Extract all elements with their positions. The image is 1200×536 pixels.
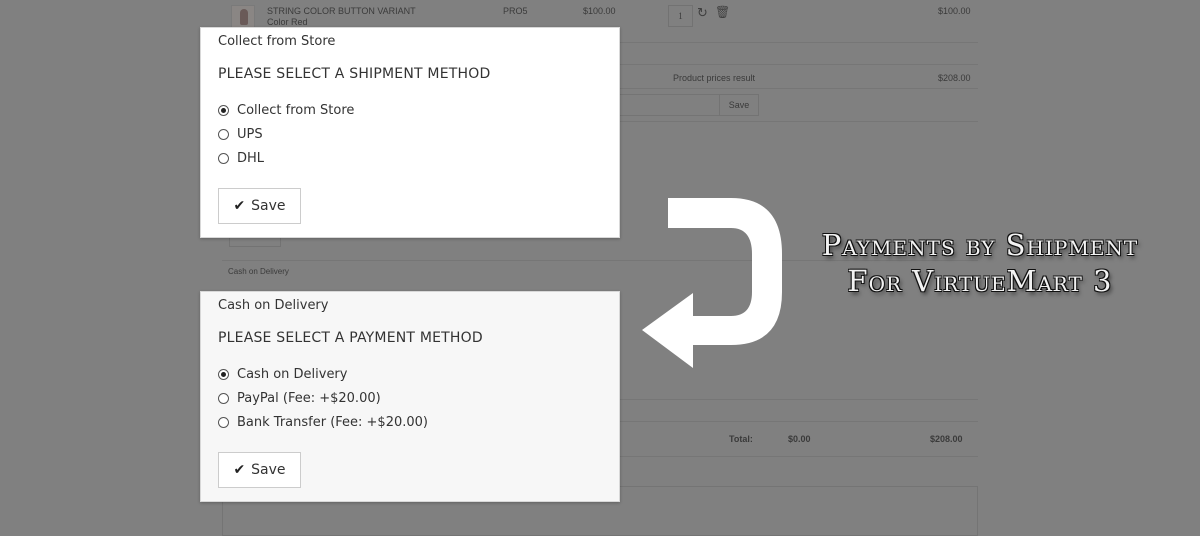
payment-option-cod[interactable]: Cash on Delivery [218, 362, 428, 386]
radio-icon[interactable] [218, 392, 229, 404]
save-label: Save [251, 462, 286, 478]
coupon-save-button[interactable]: Save [719, 94, 759, 116]
product-prices-value: $208.00 [938, 73, 971, 83]
shipment-option-dhl[interactable]: DHL [218, 146, 354, 170]
payment-panel-header: Cash on Delivery [218, 298, 329, 313]
total-tax: $0.00 [788, 434, 811, 444]
payment-option-bank-transfer[interactable]: Bank Transfer (Fee: +$20.00) [218, 410, 428, 434]
payment-option-label: Cash on Delivery [237, 366, 348, 382]
shipment-option-ups[interactable]: UPS [218, 122, 354, 146]
shipment-option-label: Collect from Store [237, 102, 355, 118]
payment-options: Cash on Delivery PayPal (Fee: +$20.00) B… [218, 362, 428, 434]
caption-line-2: For VirtueMart 3 [847, 264, 1113, 298]
product-thumbnail [231, 5, 255, 29]
payment-save-button[interactable]: ✔ Save [218, 452, 301, 488]
payment-panel-title: PLEASE SELECT A PAYMENT METHOD [218, 330, 483, 346]
shipment-option-label: DHL [237, 150, 265, 166]
payment-method-panel: Cash on Delivery PLEASE SELECT A PAYMENT… [200, 291, 620, 502]
divider [620, 421, 978, 422]
shipment-method-panel: Collect from Store PLEASE SELECT A SHIPM… [200, 27, 620, 238]
caption-line-1: Payments by Shipment [821, 228, 1139, 262]
shipment-panel-header: Collect from Store [218, 34, 336, 49]
divider [620, 456, 978, 457]
product-sku: PRO5 [503, 6, 528, 16]
curved-return-arrow-icon [642, 198, 782, 368]
trash-icon[interactable]: 🗑︎ [715, 5, 730, 19]
shipment-option-label: UPS [237, 126, 263, 142]
radio-icon[interactable] [218, 416, 229, 428]
product-subtotal: $100.00 [938, 6, 971, 16]
radio-selected-icon[interactable] [218, 368, 229, 380]
radio-selected-icon[interactable] [218, 104, 229, 116]
payment-option-label: Bank Transfer (Fee: +$20.00) [237, 414, 428, 430]
product-price: $100.00 [583, 6, 616, 16]
product-prices-label: Product prices result [673, 73, 756, 83]
shipment-options: Collect from Store UPS DHL [218, 98, 354, 170]
radio-icon[interactable] [218, 128, 229, 140]
divider [620, 399, 978, 400]
shipment-option-collect[interactable]: Collect from Store [218, 98, 354, 122]
payment-option-label: PayPal (Fee: +$20.00) [237, 390, 381, 406]
total-value: $208.00 [930, 434, 963, 444]
total-label: Total: [729, 434, 753, 444]
shipment-save-button[interactable]: ✔ Save [218, 188, 301, 224]
shipment-panel-title: PLEASE SELECT A SHIPMENT METHOD [218, 66, 491, 82]
product-variant: Color Red [267, 17, 308, 27]
checkmark-icon: ✔ [233, 198, 246, 214]
save-label: Save [251, 198, 286, 214]
payment-row-label: Cash on Delivery [228, 267, 289, 276]
quantity-input[interactable]: 1 [668, 5, 693, 27]
checkmark-icon: ✔ [233, 462, 246, 478]
refresh-icon[interactable]: ↻ [697, 6, 708, 21]
product-name[interactable]: STRING COLOR BUTTON VARIANT [267, 6, 416, 16]
promo-caption: Payments by Shipment For VirtueMart 3 [780, 227, 1180, 299]
radio-icon[interactable] [218, 152, 229, 164]
payment-option-paypal[interactable]: PayPal (Fee: +$20.00) [218, 386, 428, 410]
